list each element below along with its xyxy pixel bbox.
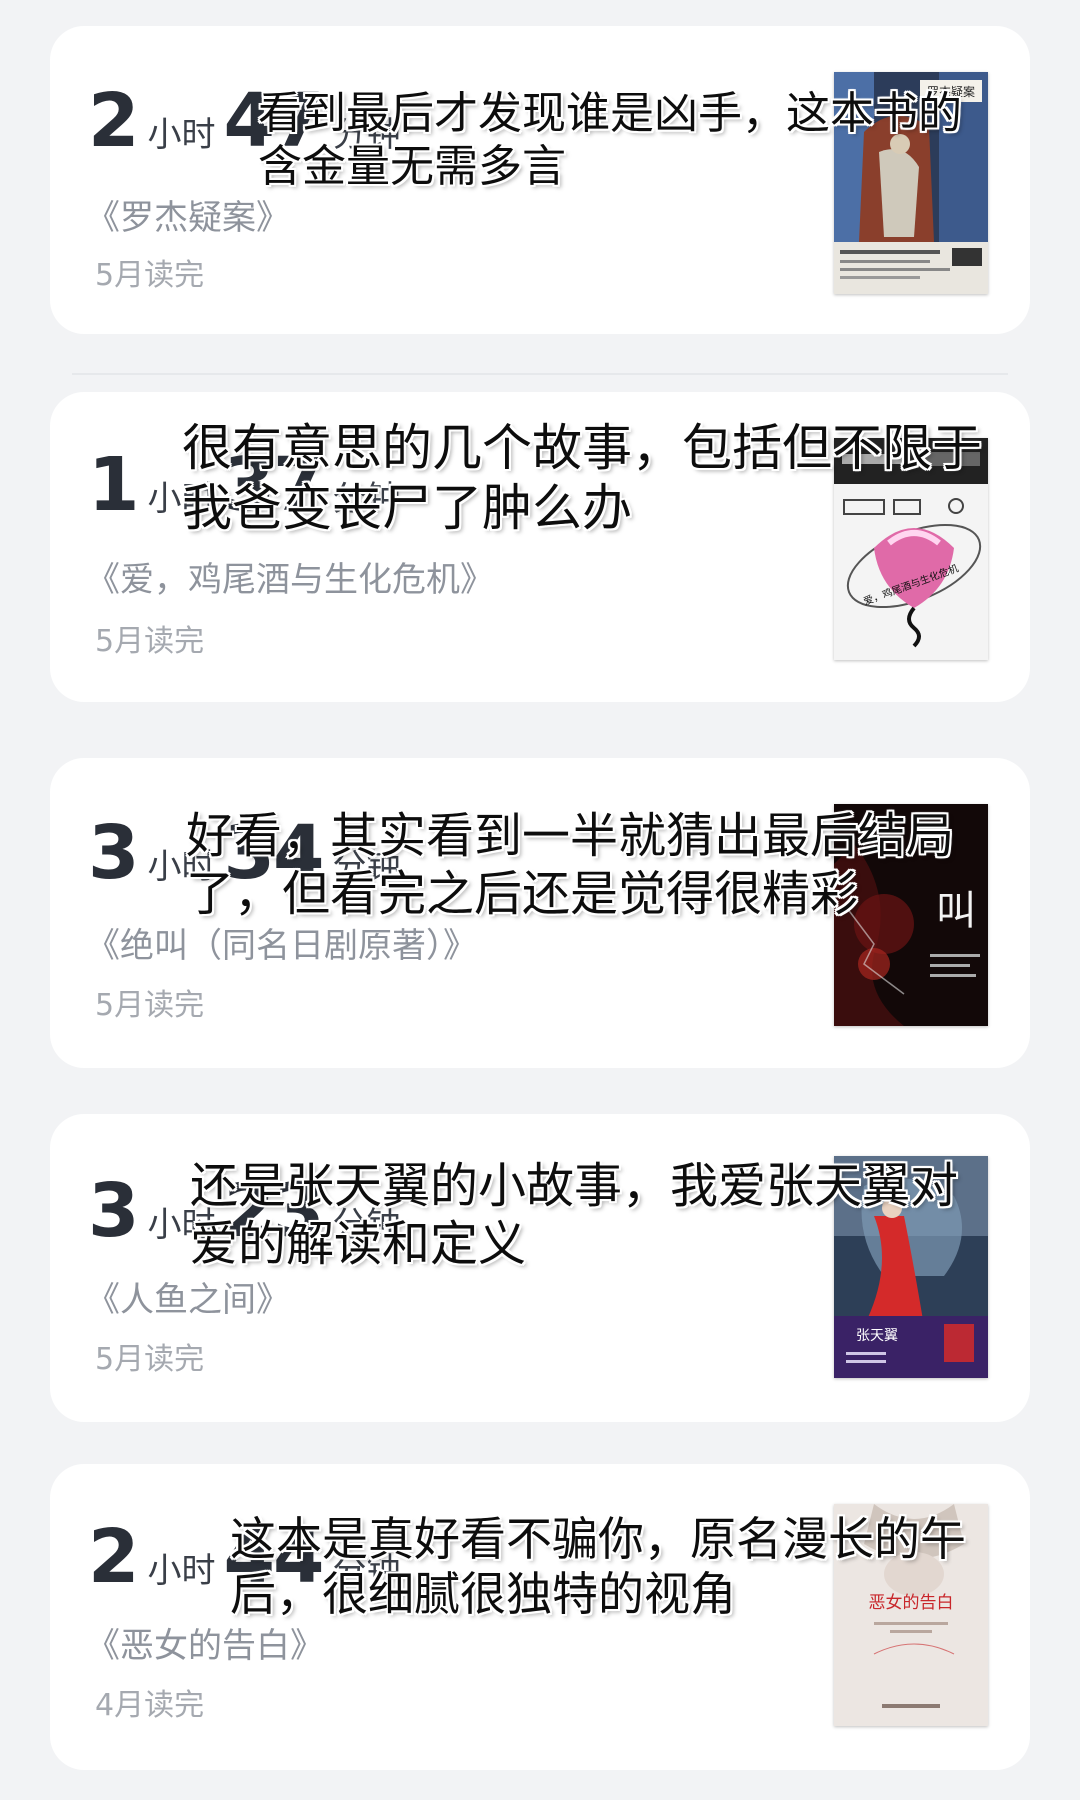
book-card[interactable]: 1 小时 37 分钟 《爱，鸡尾酒与生化危机》 5月读完 爱，鸡尾酒与生化危机 很有意… <box>50 392 1030 702</box>
book-title: 《人鱼之间》 <box>86 1280 290 1320</box>
book-card[interactable]: 3 小时 34 分钟 《绝叫（同名日剧原著）》 5月读完 叫 好看，其实看到一半就猜出… <box>50 758 1030 1068</box>
finished-status: 4月读完 <box>95 1688 205 1723</box>
book-title: 《恶女的告白》 <box>86 1626 324 1666</box>
caption-line: 含金量无需多言 <box>258 140 566 192</box>
caption-overlay: 好看，其实看到一半就猜出最后结局 了，但看完之后还是觉得很精彩 <box>186 808 954 923</box>
hours-unit: 小时 <box>147 115 216 155</box>
caption-overlay: 很有意思的几个故事，包括但不限于 我爸变丧尸了肿么办 <box>182 418 982 538</box>
hours-unit: 小时 <box>147 1551 216 1591</box>
book-title: 《爱，鸡尾酒与生化危机》 <box>86 560 494 600</box>
reading-hours: 3 <box>88 810 139 896</box>
caption-line: 看到最后才发现谁是凶手，这本书的 <box>258 88 962 139</box>
caption-line: 很有意思的几个故事，包括但不限于 <box>182 419 982 477</box>
section-divider <box>72 373 1008 375</box>
cover-title: 张天翼 <box>856 1328 898 1344</box>
finished-status: 5月读完 <box>95 624 205 659</box>
caption-overlay: 看到最后才发现谁是凶手，这本书的 含金量无需多言 <box>258 88 962 194</box>
caption-line: 后，很细腻很独特的视角 <box>230 1567 736 1622</box>
book-card[interactable]: 3 小时 23 分钟 《人鱼之间》 5月读完 张天翼 还是张天翼的小故事，我爱张天翼对… <box>50 1114 1030 1422</box>
book-card[interactable]: 2 小时 47 分钟 《罗杰疑案》 5月读完 罗杰疑案 看到最后才发现谁是凶手，这本书… <box>50 26 1030 334</box>
caption-line: 爱的解读和定义 <box>190 1215 527 1272</box>
book-card[interactable]: 2 小时 44 分钟 《恶女的告白》 4月读完 恶女的告白 这本是真好看不骗你，原名漫… <box>50 1464 1030 1770</box>
reading-hours: 3 <box>88 1168 139 1254</box>
caption-overlay: 这本是真好看不骗你，原名漫长的午 后，很细腻很独特的视角 <box>230 1512 966 1622</box>
book-title: 《绝叫（同名日剧原著）》 <box>86 926 477 966</box>
caption-line: 我爸变丧尸了肿么办 <box>182 479 632 537</box>
caption-overlay: 还是张天翼的小故事，我爱张天翼对 爱的解读和定义 <box>190 1158 958 1273</box>
reading-hours: 2 <box>88 78 139 164</box>
caption-line: 了，但看完之后还是觉得很精彩 <box>186 865 859 922</box>
finished-status: 5月读完 <box>95 258 205 293</box>
finished-status: 5月读完 <box>95 988 205 1023</box>
caption-line: 好看，其实看到一半就猜出最后结局 <box>186 808 955 864</box>
caption-line: 这本是真好看不骗你，原名漫长的午 <box>230 1512 966 1566</box>
reading-hours: 1 <box>88 442 139 528</box>
book-title: 《罗杰疑案》 <box>86 198 290 238</box>
caption-line: 还是张天翼的小故事，我爱张天翼对 <box>190 1158 959 1214</box>
finished-status: 5月读完 <box>95 1342 205 1377</box>
reading-hours: 2 <box>88 1514 139 1600</box>
